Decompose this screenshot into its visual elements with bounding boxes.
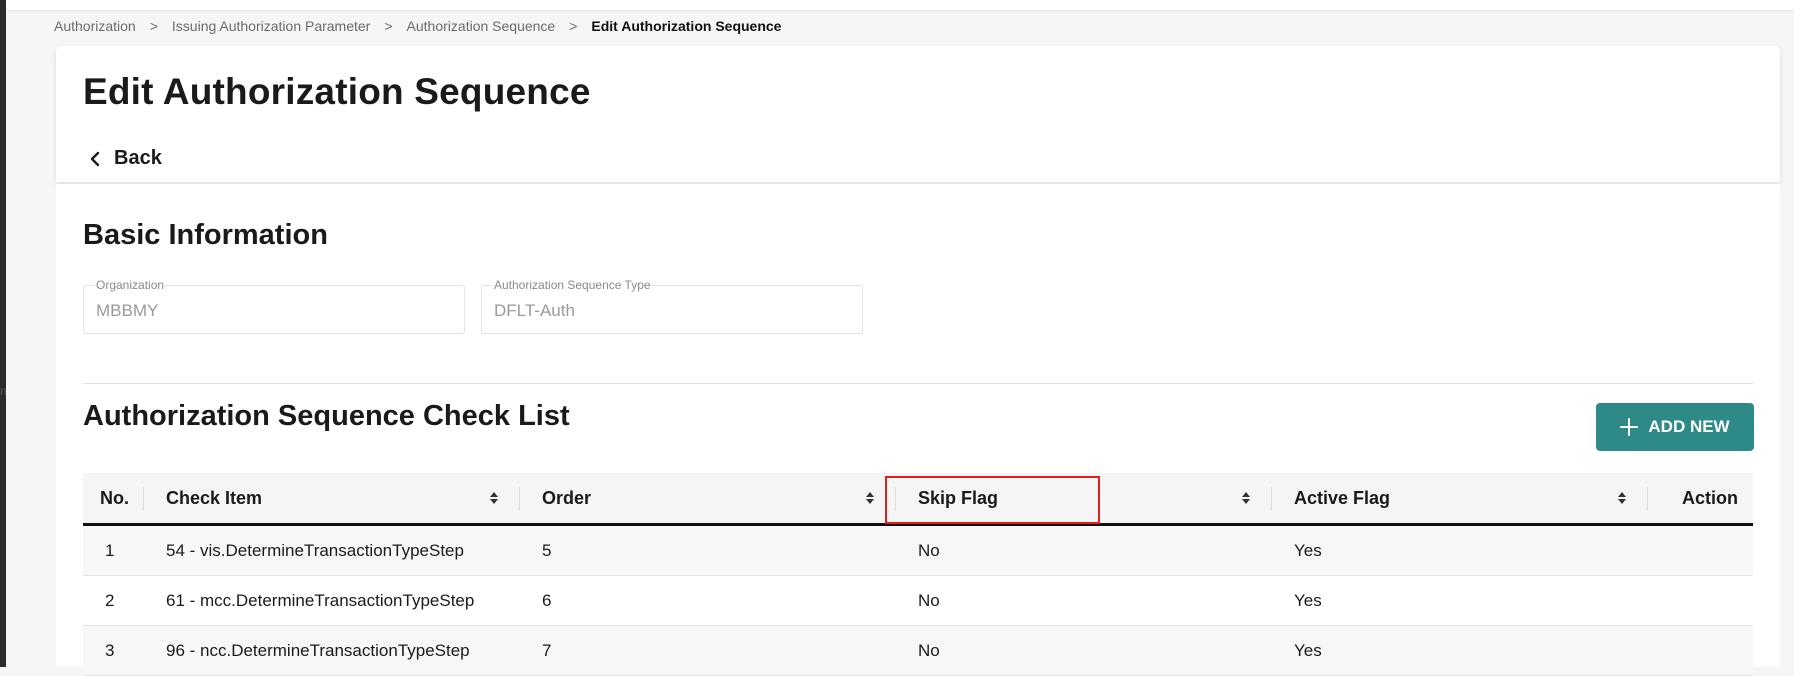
column-divider bbox=[1271, 487, 1272, 511]
cell-no: 1 bbox=[105, 541, 115, 560]
page-title: Edit Authorization Sequence bbox=[83, 71, 591, 112]
column-header-skip-flag[interactable]: Skip Flag bbox=[918, 473, 998, 523]
sort-icon[interactable] bbox=[490, 492, 498, 504]
breadcrumb-authorization-sequence[interactable]: Authorization Sequence bbox=[407, 18, 556, 34]
organization-value: MBBMY bbox=[96, 301, 159, 320]
sequence-type-field: Authorization Sequence Type DFLT-Auth bbox=[481, 278, 863, 334]
add-new-label: ADD NEW bbox=[1648, 417, 1730, 436]
cell-active-flag: Yes bbox=[1294, 591, 1322, 610]
sort-icon[interactable] bbox=[1618, 492, 1626, 504]
plus-icon bbox=[1620, 418, 1639, 436]
chevron-left-icon bbox=[90, 151, 100, 166]
add-new-button[interactable]: ADD NEW bbox=[1596, 403, 1754, 451]
back-button[interactable]: Back bbox=[90, 147, 162, 170]
page-header: Edit Authorization Sequence Back bbox=[56, 46, 1780, 182]
column-divider bbox=[143, 487, 144, 511]
breadcrumb-separator: > bbox=[149, 18, 158, 34]
table-row[interactable]: 1 54 - vis.DetermineTransactionTypeStep … bbox=[83, 526, 1753, 576]
table-row[interactable]: 3 96 - ncc.DetermineTransactionTypeStep … bbox=[83, 626, 1753, 676]
checklist-title: Authorization Sequence Check List bbox=[83, 400, 570, 432]
breadcrumb-authorization[interactable]: Authorization bbox=[54, 18, 136, 34]
main-content: Basic Information Organization MBBMY Aut… bbox=[56, 184, 1780, 676]
sort-icon[interactable] bbox=[866, 492, 874, 504]
breadcrumb: Authorization > Issuing Authorization Pa… bbox=[54, 17, 781, 35]
sequence-type-label: Authorization Sequence Type bbox=[493, 278, 652, 292]
column-header-action: Action bbox=[1682, 487, 1738, 508]
left-rail-glyph: n bbox=[0, 384, 7, 398]
cell-active-flag: Yes bbox=[1294, 641, 1322, 660]
checklist-table: No. Check Item Order Skip Flag Active Fl… bbox=[83, 473, 1753, 676]
table-row[interactable]: 2 61 - mcc.DetermineTransactionTypeStep … bbox=[83, 576, 1753, 626]
cell-skip-flag: No bbox=[918, 641, 940, 660]
sequence-type-value: DFLT-Auth bbox=[494, 301, 575, 320]
cell-order: 7 bbox=[542, 641, 552, 660]
cell-skip-flag: No bbox=[918, 541, 940, 560]
organization-field: Organization MBBMY bbox=[83, 278, 465, 334]
cell-order: 5 bbox=[542, 541, 552, 560]
cell-no: 2 bbox=[105, 591, 115, 610]
breadcrumb-current: Edit Authorization Sequence bbox=[591, 18, 782, 34]
table-header: No. Check Item Order Skip Flag Active Fl… bbox=[83, 473, 1753, 526]
back-label: Back bbox=[114, 147, 162, 169]
section-divider bbox=[83, 383, 1753, 384]
cell-skip-flag: No bbox=[918, 591, 940, 610]
column-divider bbox=[895, 487, 896, 511]
organization-label: Organization bbox=[95, 278, 166, 292]
top-bar bbox=[6, 0, 1794, 10]
breadcrumb-separator: > bbox=[569, 18, 578, 34]
cell-active-flag: Yes bbox=[1294, 541, 1322, 560]
column-header-active-flag[interactable]: Active Flag bbox=[1294, 473, 1390, 523]
cell-check-item: 61 - mcc.DetermineTransactionTypeStep bbox=[166, 591, 475, 610]
breadcrumb-issuing-authorization-parameter[interactable]: Issuing Authorization Parameter bbox=[172, 18, 370, 34]
cell-check-item: 96 - ncc.DetermineTransactionTypeStep bbox=[166, 641, 470, 660]
column-header-order[interactable]: Order bbox=[542, 473, 591, 523]
cell-check-item: 54 - vis.DetermineTransactionTypeStep bbox=[166, 541, 464, 560]
column-header-no: No. bbox=[100, 487, 129, 508]
column-header-check-item[interactable]: Check Item bbox=[166, 473, 262, 523]
sort-icon[interactable] bbox=[1242, 492, 1250, 504]
column-divider bbox=[519, 487, 520, 511]
basic-information-title: Basic Information bbox=[83, 219, 328, 251]
column-divider bbox=[1647, 487, 1648, 511]
breadcrumb-separator: > bbox=[384, 18, 393, 34]
left-rail bbox=[0, 0, 6, 667]
cell-order: 6 bbox=[542, 591, 552, 610]
cell-no: 3 bbox=[105, 641, 115, 660]
